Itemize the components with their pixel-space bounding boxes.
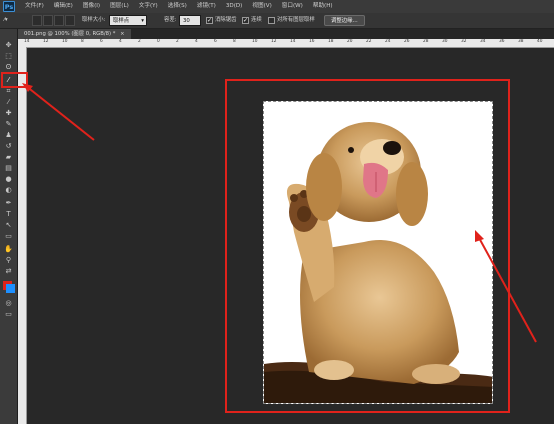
arrow-to-image [477, 235, 537, 343]
annotation-arrows [22, 83, 537, 343]
arrowhead-image [475, 230, 484, 242]
arrow-to-magic-wand [25, 85, 95, 141]
